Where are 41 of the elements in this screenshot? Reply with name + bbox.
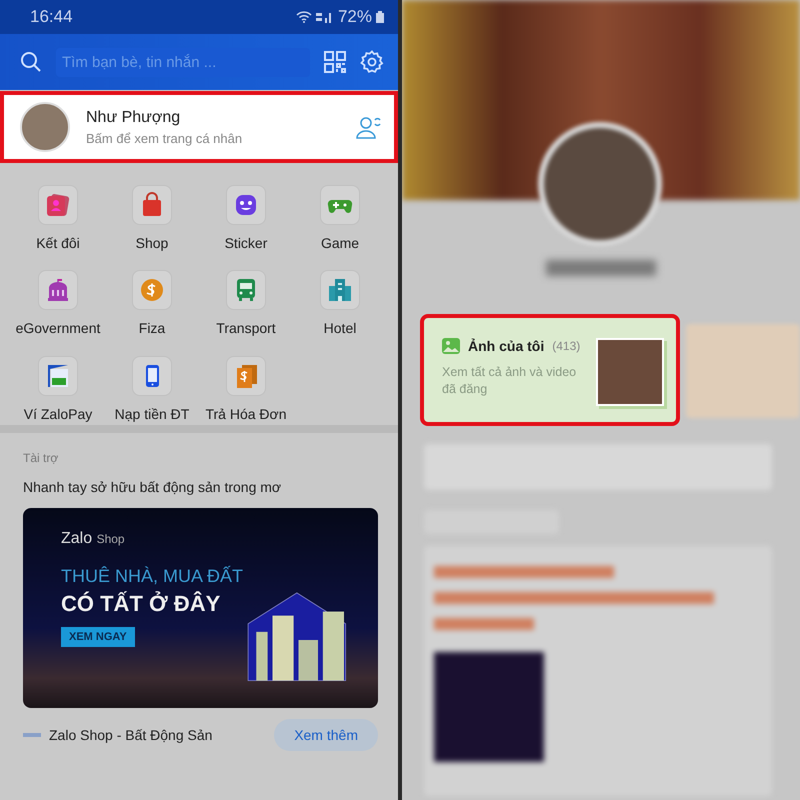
app-shortcut[interactable]: Transport	[199, 270, 293, 340]
settings-icon[interactable]	[360, 50, 384, 74]
advertiser-name: Zalo Shop - Bất Động Sản	[49, 727, 214, 743]
app-shortcut[interactable]: Shop	[105, 185, 199, 254]
wifi-icon	[296, 11, 312, 23]
photo-placeholder	[596, 338, 664, 406]
profile-card[interactable]: Như Phượng Bấm để xem trang cá nhân	[0, 91, 398, 163]
app-shortcut[interactable]: Trả Hóa Đơn	[199, 356, 293, 425]
battery-percent: 72%	[338, 7, 372, 27]
ad-headline: Nhanh tay sở hữu bất động sản trong mơ	[23, 479, 282, 495]
cards-icon	[44, 191, 72, 219]
banner-cta: XEM NGAY	[61, 627, 135, 647]
photos-title: Ảnh của tôi	[468, 338, 544, 354]
avatar	[20, 102, 70, 152]
app-shortcut[interactable]: Game	[293, 185, 387, 254]
photo-count: (413)	[552, 339, 580, 353]
banner-tagline: THUÊ NHÀ, MUA ĐẤT	[61, 566, 244, 587]
status-time: 16:44	[30, 7, 73, 27]
app-shortcut[interactable]: Sticker	[199, 185, 293, 254]
search-field[interactable]: Tìm bạn bè, tin nhắn ...	[56, 48, 310, 76]
app-shortcut[interactable]: Hotel	[293, 270, 387, 340]
battery-icon	[376, 11, 384, 23]
sponsored-label: Tài trợ	[23, 451, 60, 465]
qr-code-icon[interactable]	[324, 51, 346, 73]
app-shortcut[interactable]: Nạp tiền ĐT	[105, 356, 199, 425]
profile-name: Như Phượng	[86, 108, 182, 126]
banner-brand: Zalo Shop	[61, 530, 126, 548]
banner-title: CÓ TẤT Ở ĐÂY	[61, 591, 222, 617]
app-shortcut[interactable]: Kết đôi	[11, 185, 105, 254]
profile-subtitle: Bấm để xem trang cá nhân	[86, 130, 244, 146]
app-shortcut[interactable]: eGovernment	[11, 270, 105, 340]
search-icon[interactable]	[20, 51, 42, 73]
ad-banner[interactable]: Zalo Shop THUÊ NHÀ, MUA ĐẤT CÓ TẤT Ở ĐÂY XEM NGAY	[23, 508, 378, 708]
app-shortcut[interactable]: Fiza	[105, 270, 199, 340]
advertiser-logo	[23, 733, 41, 737]
photos-description: Xem tất cả ảnh và video đã đăng	[442, 364, 578, 398]
signal-icon	[316, 11, 334, 23]
switch-account-icon[interactable]	[356, 115, 382, 139]
app-shortcut[interactable]: Ví ZaloPay	[11, 356, 105, 425]
photos-card[interactable]: Ảnh của tôi (413) Xem tất cả ảnh và video đã đăng	[424, 318, 676, 422]
image-icon	[442, 338, 460, 354]
